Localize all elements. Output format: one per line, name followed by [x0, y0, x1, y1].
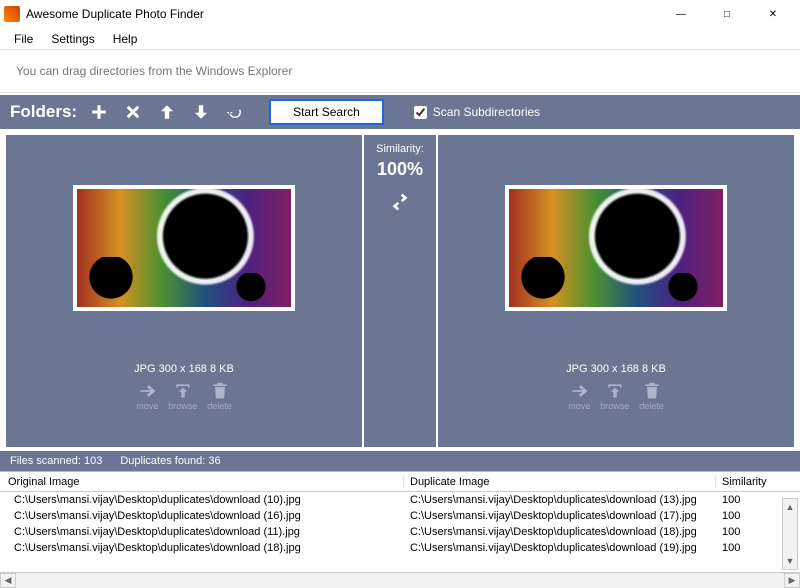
swap-icon [390, 192, 410, 212]
x-icon [124, 103, 142, 121]
minimize-button[interactable]: — [658, 0, 704, 28]
remove-folder-button[interactable] [121, 100, 145, 124]
toolbar: Folders: Start Search Scan Subdirectorie… [0, 93, 800, 129]
cell-original: C:\Users\mansi.vijay\Desktop\duplicates\… [0, 526, 404, 538]
maximize-button[interactable]: □ [704, 0, 750, 28]
left-image-panel: JPG 300 x 168 8 KB move browse delete [6, 135, 362, 447]
similarity-label: Similarity: [376, 143, 424, 155]
right-image-info: JPG 300 x 168 8 KB [566, 363, 666, 375]
menubar: File Settings Help [0, 28, 800, 50]
menu-settings[interactable]: Settings [43, 30, 102, 48]
table-row[interactable]: C:\Users\mansi.vijay\Desktop\duplicates\… [0, 524, 800, 540]
similarity-value: 100% [377, 159, 423, 180]
app-icon [4, 6, 20, 22]
right-browse-button[interactable]: browse [600, 381, 629, 411]
move-up-button[interactable] [155, 100, 179, 124]
cell-duplicate: C:\Users\mansi.vijay\Desktop\duplicates\… [404, 494, 716, 506]
table-row[interactable]: C:\Users\mansi.vijay\Desktop\duplicates\… [0, 540, 800, 556]
left-browse-button[interactable]: browse [168, 381, 197, 411]
left-image-info: JPG 300 x 168 8 KB [134, 363, 234, 375]
right-move-button[interactable]: move [568, 381, 590, 411]
vertical-scrollbar[interactable]: ▲ ▼ [782, 498, 798, 570]
table-row[interactable]: C:\Users\mansi.vijay\Desktop\duplicates\… [0, 508, 800, 524]
arrow-up-icon [158, 103, 176, 121]
cell-duplicate: C:\Users\mansi.vijay\Desktop\duplicates\… [404, 510, 716, 522]
duplicates-found: Duplicates found: 36 [120, 455, 220, 467]
left-thumbnail[interactable] [73, 185, 295, 311]
table-header: Original Image Duplicate Image Similarit… [0, 472, 800, 492]
scan-subdirectories-checkbox[interactable]: Scan Subdirectories [414, 105, 540, 119]
swap-button[interactable] [390, 192, 410, 215]
refresh-icon [226, 103, 244, 121]
stats-bar: Files scanned: 103 Duplicates found: 36 [0, 449, 800, 471]
scroll-up-icon[interactable]: ▲ [783, 499, 797, 515]
files-scanned: Files scanned: 103 [10, 455, 102, 467]
table-body: C:\Users\mansi.vijay\Desktop\duplicates\… [0, 492, 800, 572]
add-folder-button[interactable] [87, 100, 111, 124]
cell-original: C:\Users\mansi.vijay\Desktop\duplicates\… [0, 510, 404, 522]
arrow-down-icon [192, 103, 210, 121]
col-duplicate[interactable]: Duplicate Image [404, 476, 716, 488]
arrow-right-icon [137, 381, 157, 401]
menu-help[interactable]: Help [105, 30, 146, 48]
scroll-left-icon[interactable]: ◀ [0, 573, 16, 588]
left-delete-button[interactable]: delete [207, 381, 232, 411]
drag-hint: You can drag directories from the Window… [0, 50, 800, 93]
col-original[interactable]: Original Image [0, 476, 404, 488]
scroll-right-icon[interactable]: ▶ [784, 573, 800, 588]
scroll-down-icon[interactable]: ▼ [783, 553, 797, 569]
horizontal-scrollbar[interactable]: ◀ ▶ [0, 572, 800, 588]
cell-original: C:\Users\mansi.vijay\Desktop\duplicates\… [0, 542, 404, 554]
trash-icon [210, 381, 230, 401]
start-search-button[interactable]: Start Search [269, 99, 384, 125]
titlebar: Awesome Duplicate Photo Finder — □ ✕ [0, 0, 800, 28]
refresh-button[interactable] [223, 100, 247, 124]
scan-subdirectories-label: Scan Subdirectories [433, 105, 540, 119]
folders-label: Folders: [10, 102, 77, 122]
left-move-button[interactable]: move [136, 381, 158, 411]
trash-icon [642, 381, 662, 401]
col-similarity[interactable]: Similarity [716, 476, 800, 488]
upload-icon [605, 381, 625, 401]
window-title: Awesome Duplicate Photo Finder [26, 7, 204, 21]
cell-original: C:\Users\mansi.vijay\Desktop\duplicates\… [0, 494, 404, 506]
table-row[interactable]: C:\Users\mansi.vijay\Desktop\duplicates\… [0, 492, 800, 508]
cell-duplicate: C:\Users\mansi.vijay\Desktop\duplicates\… [404, 542, 716, 554]
right-image-panel: JPG 300 x 168 8 KB move browse delete [438, 135, 794, 447]
preview-area: JPG 300 x 168 8 KB move browse delete Si… [0, 129, 800, 447]
menu-file[interactable]: File [6, 30, 41, 48]
results-table: Original Image Duplicate Image Similarit… [0, 471, 800, 588]
close-button[interactable]: ✕ [750, 0, 796, 28]
move-down-button[interactable] [189, 100, 213, 124]
cell-duplicate: C:\Users\mansi.vijay\Desktop\duplicates\… [404, 526, 716, 538]
similarity-strip: Similarity: 100% [362, 135, 438, 447]
plus-icon [90, 103, 108, 121]
upload-icon [173, 381, 193, 401]
right-thumbnail[interactable] [505, 185, 727, 311]
arrow-right-icon [569, 381, 589, 401]
right-delete-button[interactable]: delete [639, 381, 664, 411]
scan-subdirectories-input[interactable] [414, 106, 427, 119]
